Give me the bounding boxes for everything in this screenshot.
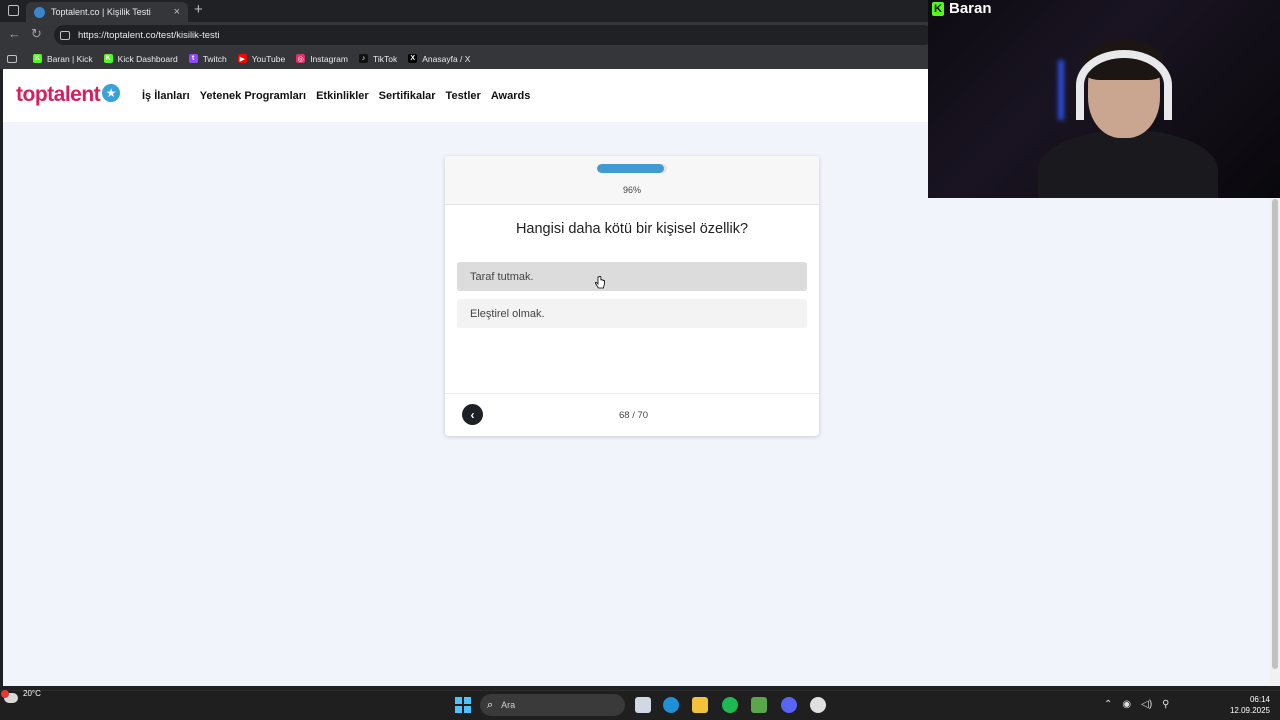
bookmark-label: Kick Dashboard [117,53,178,64]
bookmark-0[interactable]: K Baran | Kick [33,54,93,64]
temperature: 20°C [23,688,41,698]
weather-badge [1,690,9,698]
nav-link-3[interactable]: Sertifikalar [379,90,436,102]
clock-time: 06:14 [1249,695,1270,704]
toptalent-logo[interactable]: toptalent ★ [16,83,121,107]
browser-tab[interactable]: Toptalent.co | Kişilik Testi × [26,2,188,22]
question-card: 96% Hangisi daha kötü bir kişisel özelli… [445,156,819,436]
edge-browser-icon[interactable] [663,697,679,713]
streamer-name-label: K Baran [932,0,992,17]
weather-widget[interactable]: 20°C [1,689,41,703]
answer-option-1[interactable]: Taraf tutmak. [457,262,807,291]
question-counter: 68 / 70 [619,410,649,421]
new-tab-button[interactable]: + [194,2,203,18]
kick-icon: K [103,54,113,63]
nav-link-0[interactable]: İş İlanları [142,90,190,102]
nav-link-2[interactable]: Etkinlikler [316,90,369,102]
hand-cursor-icon [595,276,605,289]
microphone-icon[interactable]: ⚲ [1162,699,1169,710]
streamer-body [1038,130,1218,198]
back-arrow-icon[interactable]: ← [8,27,21,41]
network-icon[interactable]: ◉ [1122,699,1131,710]
system-tray: ⌃ ◉ ◁) ⚲ [1104,699,1169,710]
progress-fill [597,164,665,173]
task-view-icon[interactable] [635,697,651,713]
bookmark-label: TikTok [372,53,398,64]
chrome-icon[interactable] [810,697,826,713]
tab-search-icon[interactable] [8,5,19,16]
cloud-icon [1,690,18,703]
kick-icon: K [33,54,42,63]
close-tab-icon[interactable]: × [174,6,180,18]
volume-icon[interactable]: ◁) [1141,699,1152,710]
question-text: Hangisi daha kötü bir kişisel özellik? [515,221,749,237]
bookmark-label: Instagram [310,53,348,64]
taskbar-search[interactable]: ⌕ Ara [480,694,625,716]
tab-title: Toptalent.co | Kişilik Testi [51,7,151,17]
bookmark-2[interactable]: t Twitch [188,53,227,64]
webcam-overlay: K Baran [928,0,1280,198]
system-clock[interactable]: 06:14 12.09.2025 [1227,694,1270,716]
nav-link-4[interactable]: Testler [446,90,481,102]
bookmark-4[interactable]: ◎ Instagram [296,54,348,64]
twitch-icon: t [188,54,198,63]
answer-option-2[interactable]: Eleştirel olmak. [457,299,807,328]
progress-bar [597,164,667,173]
discord-icon[interactable] [781,697,797,713]
site-info-icon[interactable] [60,30,70,40]
search-placeholder: Ara [501,700,516,710]
bookmark-6[interactable]: X Anasayfa / X [408,54,470,64]
youtube-icon: ▶ [237,54,247,63]
star-icon: ★ [102,84,121,102]
spotify-icon[interactable] [722,697,738,713]
background-light [1058,60,1064,120]
main-nav: İş İlanları Yetenek Programları Etkinlikle… [142,90,540,102]
bookmark-1[interactable]: K Kick Dashboard [103,53,178,64]
x-icon: X [408,54,418,63]
reload-icon[interactable]: ↻ [31,27,42,41]
card-footer: ‹ 68 / 70 [445,393,819,436]
bookmark-label: YouTube [251,53,286,64]
chevron-up-icon[interactable]: ⌃ [1104,699,1112,710]
address-url[interactable]: https://toptalent.co/test/kisilik-testi [78,30,220,41]
bookmark-label: Anasayfa / X [422,53,471,64]
previous-question-button[interactable]: ‹ [462,404,483,425]
apps-icon[interactable] [7,54,17,63]
progress-section: 96% [445,156,819,205]
bookmark-label: Twitch [202,53,227,64]
headphones-icon [1076,50,1172,120]
instagram-icon: ◎ [296,54,306,63]
toptalent-favicon-icon [34,6,45,18]
file-explorer-icon[interactable] [692,697,708,713]
streamer-name: Baran [949,0,992,17]
progress-label: 96% [622,185,641,195]
clock-date: 12.09.2025 [1229,706,1270,715]
nav-link-1[interactable]: Yetenek Programları [200,90,306,102]
bookmark-5[interactable]: ♪ TikTok [358,53,398,64]
kick-logo-icon: K [932,1,944,16]
address-bar[interactable]: https://toptalent.co/test/kisilik-testi [54,25,934,45]
logo-text: toptalent [16,83,101,106]
app-icon[interactable] [751,697,767,713]
nav-link-5[interactable]: Awards [491,90,531,102]
bookmark-label: Baran | Kick [47,53,93,64]
start-button[interactable] [455,697,471,713]
search-icon: ⌕ [487,698,494,711]
scrollbar-thumb[interactable] [1272,199,1278,669]
bookmark-3[interactable]: ▶ YouTube [237,53,286,64]
windows-taskbar: 20°C ⌕ Ara ⌃ ◉ ◁) ⚲ 06:14 12.09.2025 [0,689,1280,720]
tiktok-icon: ♪ [358,54,368,63]
